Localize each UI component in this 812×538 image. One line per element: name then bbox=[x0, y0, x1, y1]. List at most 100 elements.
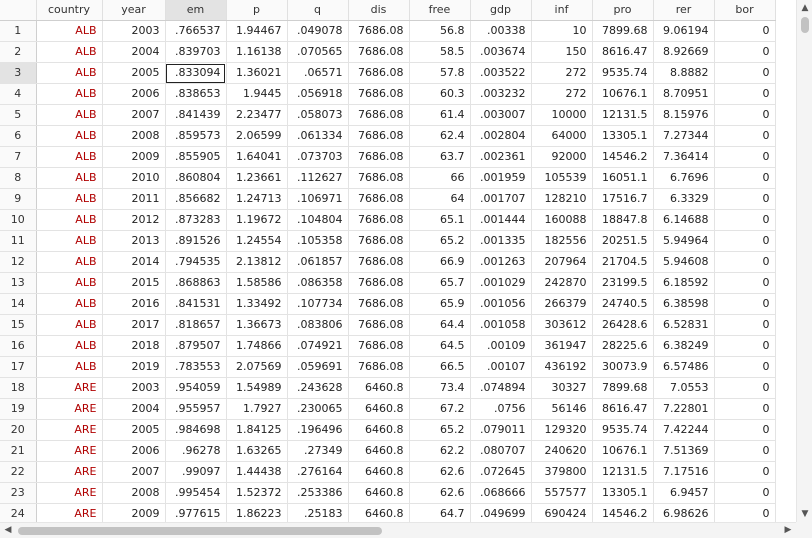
cell-pro[interactable]: 13305.1 bbox=[592, 482, 654, 504]
cell-rer[interactable]: 5.94608 bbox=[653, 251, 715, 273]
cell-rer[interactable]: 7.0553 bbox=[653, 377, 715, 399]
cell-q[interactable]: .25183 bbox=[287, 503, 349, 522]
cell-inf[interactable]: 379800 bbox=[531, 461, 593, 483]
cell-em[interactable]: .833094 bbox=[165, 62, 227, 84]
cell-gdp[interactable]: .079011 bbox=[470, 419, 532, 441]
cell-free[interactable]: 64.5 bbox=[409, 335, 471, 357]
cell-rer[interactable]: 7.51369 bbox=[653, 440, 715, 462]
cell-dis[interactable]: 7686.08 bbox=[348, 125, 410, 147]
cell-q[interactable]: .104804 bbox=[287, 209, 349, 231]
cell-p[interactable]: 1.33492 bbox=[226, 293, 288, 315]
cell-year[interactable]: 2010 bbox=[102, 167, 166, 189]
cell-p[interactable]: 1.63265 bbox=[226, 440, 288, 462]
cell-bor[interactable]: 0 bbox=[714, 20, 776, 42]
cell-dis[interactable]: 7686.08 bbox=[348, 146, 410, 168]
cell-bor[interactable]: 0 bbox=[714, 62, 776, 84]
cell-rer[interactable]: 6.57486 bbox=[653, 356, 715, 378]
cell-gdp[interactable]: .068666 bbox=[470, 482, 532, 504]
cell-q[interactable]: .083806 bbox=[287, 314, 349, 336]
cell-free[interactable]: 65.7 bbox=[409, 272, 471, 294]
cell-pro[interactable]: 7899.68 bbox=[592, 20, 654, 42]
cell-dis[interactable]: 6460.8 bbox=[348, 398, 410, 420]
cell-country[interactable]: ALB bbox=[36, 230, 103, 252]
cell-free[interactable]: 73.4 bbox=[409, 377, 471, 399]
cell-pro[interactable]: 30073.9 bbox=[592, 356, 654, 378]
cell-country[interactable]: ARE bbox=[36, 440, 103, 462]
cell-em[interactable]: .96278 bbox=[165, 440, 227, 462]
cell-em[interactable]: .859573 bbox=[165, 125, 227, 147]
cell-bor[interactable]: 0 bbox=[714, 503, 776, 522]
cell-inf[interactable]: 272 bbox=[531, 62, 593, 84]
row-number[interactable]: 23 bbox=[0, 482, 37, 504]
cell-dis[interactable]: 6460.8 bbox=[348, 482, 410, 504]
cell-gdp[interactable]: .00107 bbox=[470, 356, 532, 378]
cell-free[interactable]: 67.2 bbox=[409, 398, 471, 420]
cell-rer[interactable]: 6.38249 bbox=[653, 335, 715, 357]
cell-pro[interactable]: 13305.1 bbox=[592, 125, 654, 147]
cell-pro[interactable]: 8616.47 bbox=[592, 41, 654, 63]
cell-rer[interactable]: 8.70951 bbox=[653, 83, 715, 105]
cell-q[interactable]: .061857 bbox=[287, 251, 349, 273]
cell-p[interactable]: 1.84125 bbox=[226, 419, 288, 441]
row-number[interactable]: 3 bbox=[0, 62, 37, 84]
triangle-down-icon[interactable]: ▼ bbox=[797, 506, 812, 522]
cell-pro[interactable]: 9535.74 bbox=[592, 62, 654, 84]
corner-header[interactable] bbox=[0, 0, 37, 21]
cell-free[interactable]: 65.9 bbox=[409, 293, 471, 315]
cell-gdp[interactable]: .003522 bbox=[470, 62, 532, 84]
cell-country[interactable]: ALB bbox=[36, 41, 103, 63]
cell-country[interactable]: ALB bbox=[36, 251, 103, 273]
cell-dis[interactable]: 7686.08 bbox=[348, 230, 410, 252]
column-header-pro[interactable]: pro bbox=[592, 0, 654, 21]
cell-inf[interactable]: 182556 bbox=[531, 230, 593, 252]
cell-free[interactable]: 65.2 bbox=[409, 230, 471, 252]
cell-inf[interactable]: 10 bbox=[531, 20, 593, 42]
cell-q[interactable]: .105358 bbox=[287, 230, 349, 252]
cell-gdp[interactable]: .001335 bbox=[470, 230, 532, 252]
cell-pro[interactable]: 9535.74 bbox=[592, 419, 654, 441]
cell-year[interactable]: 2012 bbox=[102, 209, 166, 231]
cell-country[interactable]: ALB bbox=[36, 125, 103, 147]
cell-rer[interactable]: 8.8882 bbox=[653, 62, 715, 84]
cell-bor[interactable]: 0 bbox=[714, 440, 776, 462]
cell-p[interactable]: 1.7927 bbox=[226, 398, 288, 420]
row-number[interactable]: 9 bbox=[0, 188, 37, 210]
cell-dis[interactable]: 7686.08 bbox=[348, 104, 410, 126]
cell-year[interactable]: 2017 bbox=[102, 314, 166, 336]
column-header-p[interactable]: p bbox=[226, 0, 288, 21]
cell-dis[interactable]: 7686.08 bbox=[348, 251, 410, 273]
column-header-dis[interactable]: dis bbox=[348, 0, 410, 21]
cell-year[interactable]: 2007 bbox=[102, 104, 166, 126]
cell-rer[interactable]: 9.06194 bbox=[653, 20, 715, 42]
cell-bor[interactable]: 0 bbox=[714, 167, 776, 189]
cell-dis[interactable]: 7686.08 bbox=[348, 293, 410, 315]
cell-free[interactable]: 64 bbox=[409, 188, 471, 210]
cell-p[interactable]: 1.94467 bbox=[226, 20, 288, 42]
cell-country[interactable]: ALB bbox=[36, 356, 103, 378]
cell-p[interactable]: 1.86223 bbox=[226, 503, 288, 522]
cell-em[interactable]: .855905 bbox=[165, 146, 227, 168]
cell-country[interactable]: ARE bbox=[36, 482, 103, 504]
cell-gdp[interactable]: .00109 bbox=[470, 335, 532, 357]
cell-bor[interactable]: 0 bbox=[714, 272, 776, 294]
cell-gdp[interactable]: .001056 bbox=[470, 293, 532, 315]
cell-free[interactable]: 66 bbox=[409, 167, 471, 189]
cell-country[interactable]: ARE bbox=[36, 503, 103, 522]
row-number[interactable]: 21 bbox=[0, 440, 37, 462]
cell-free[interactable]: 66.5 bbox=[409, 356, 471, 378]
cell-free[interactable]: 57.8 bbox=[409, 62, 471, 84]
cell-p[interactable]: 1.24554 bbox=[226, 230, 288, 252]
row-number[interactable]: 14 bbox=[0, 293, 37, 315]
cell-em[interactable]: .977615 bbox=[165, 503, 227, 522]
cell-pro[interactable]: 10676.1 bbox=[592, 440, 654, 462]
cell-pro[interactable]: 17516.7 bbox=[592, 188, 654, 210]
cell-country[interactable]: ALB bbox=[36, 146, 103, 168]
cell-pro[interactable]: 10676.1 bbox=[592, 83, 654, 105]
column-header-country[interactable]: country bbox=[36, 0, 103, 21]
cell-pro[interactable]: 20251.5 bbox=[592, 230, 654, 252]
cell-year[interactable]: 2019 bbox=[102, 356, 166, 378]
cell-dis[interactable]: 7686.08 bbox=[348, 20, 410, 42]
cell-em[interactable]: .860804 bbox=[165, 167, 227, 189]
cell-gdp[interactable]: .003007 bbox=[470, 104, 532, 126]
cell-inf[interactable]: 303612 bbox=[531, 314, 593, 336]
